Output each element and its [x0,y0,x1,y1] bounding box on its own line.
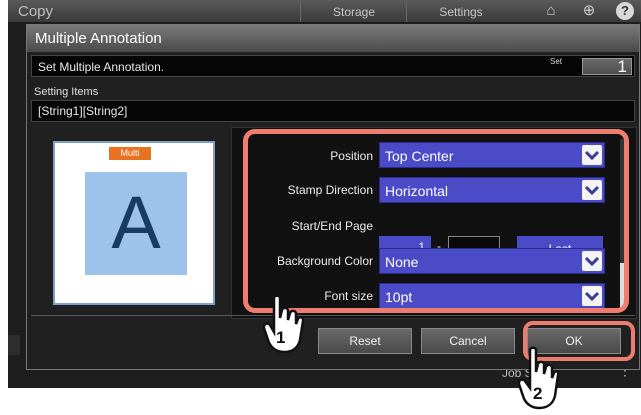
instruction-bar: Set Multiple Annotation. Set 1 [31,55,635,77]
preview-page: A [85,172,187,275]
settings-highlight [243,129,629,313]
annotation-preview: Multi A [53,141,215,305]
multi-badge: Multi [109,147,151,160]
step-2-number: 2 [533,384,543,403]
hand-pointer-icon: 1 [262,294,306,354]
instruction-text: Set Multiple Annotation. [38,60,165,74]
footer-divider [31,315,635,316]
setting-items-field: [String1][String2] [31,100,635,122]
step-1-number: 1 [276,328,286,347]
help-icon[interactable]: ? [616,2,634,20]
multiple-annotation-dialog: Multiple Annotation Set Multiple Annotat… [26,24,640,370]
home-icon[interactable]: ⌂ [543,3,559,19]
dialog-title: Multiple Annotation [27,25,639,52]
tab-storage[interactable]: Storage [300,2,407,22]
globe-icon[interactable]: ⊕ [581,3,597,19]
tab-settings[interactable]: Settings [406,2,515,22]
reset-button[interactable]: Reset [318,328,412,354]
hand-pointer-icon: 2 [517,346,560,410]
top-bar: Copy Storage Settings ⌂ ⊕ ? [8,0,641,22]
device-screen: Copy Storage Settings ⌂ ⊕ ? Job Status ⋮… [8,0,641,388]
preview-letter: A [111,181,161,264]
side-edge [8,335,20,355]
set-value-field: 1 [582,58,632,75]
set-label: Set [550,57,563,66]
setting-items-label: Setting Items [34,86,99,98]
cancel-button[interactable]: Cancel [421,328,515,354]
app-title: Copy [18,3,54,20]
